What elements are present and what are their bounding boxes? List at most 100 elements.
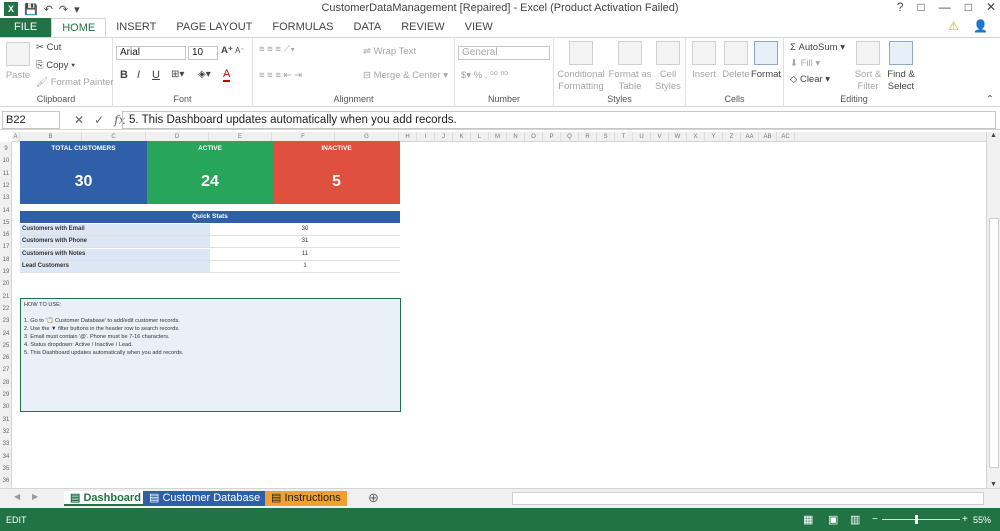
grow-font-button[interactable]: A⁺ bbox=[221, 45, 233, 56]
column-header[interactable]: U bbox=[633, 132, 651, 142]
number-format-icons[interactable]: $▾ % , ⁰⁰ ⁰⁰ bbox=[461, 70, 508, 81]
row-header[interactable]: 16 bbox=[0, 232, 12, 238]
fill-color-icon[interactable]: ◈▾ bbox=[198, 69, 211, 80]
prev-sheet-icon[interactable]: ◀ bbox=[14, 492, 20, 501]
new-sheet-icon[interactable]: ⊕ bbox=[368, 490, 379, 506]
align-top-icon[interactable]: ≡ ≡ ≡ ⟋▾ bbox=[259, 44, 295, 55]
merge-center-button[interactable]: ⊟ Merge & Center ▾ bbox=[363, 70, 448, 81]
how-to-use-box[interactable]: HOW TO USE: 1. Go to '📋 Customer Databas… bbox=[20, 298, 401, 412]
row-header[interactable]: 23 bbox=[0, 318, 12, 324]
table-row[interactable]: Customers with Notes 11 bbox=[20, 249, 400, 261]
cell-styles-button[interactable]: Cell Styles bbox=[652, 41, 684, 93]
column-header[interactable]: S bbox=[597, 132, 615, 142]
row-header[interactable]: 17 bbox=[0, 244, 12, 250]
minimize-button[interactable]: — bbox=[939, 0, 951, 14]
column-header[interactable]: N bbox=[507, 132, 525, 142]
column-header[interactable]: Y bbox=[705, 132, 723, 142]
normal-view-icon[interactable]: ▦ bbox=[803, 513, 813, 526]
scroll-down-icon[interactable]: ▼ bbox=[990, 481, 997, 488]
formula-input[interactable]: 5. This Dashboard updates automatically … bbox=[122, 110, 996, 129]
borders-icon[interactable]: ⊞▾ bbox=[171, 69, 184, 80]
page-break-view-icon[interactable]: ▥ bbox=[850, 513, 860, 526]
scroll-thumb[interactable] bbox=[989, 218, 999, 468]
row-header[interactable]: 26 bbox=[0, 355, 12, 361]
row-header[interactable]: 27 bbox=[0, 367, 12, 373]
paste-button[interactable]: Paste bbox=[4, 42, 32, 82]
column-header[interactable]: I bbox=[417, 132, 435, 142]
row-header[interactable]: 19 bbox=[0, 269, 12, 275]
row-header[interactable]: 13 bbox=[0, 195, 12, 201]
row-header[interactable]: 9 bbox=[0, 146, 12, 152]
font-color-icon[interactable]: A bbox=[223, 68, 231, 82]
row-header[interactable]: 25 bbox=[0, 343, 12, 349]
zoom-in-icon[interactable]: + bbox=[962, 514, 968, 525]
column-header[interactable]: K bbox=[453, 132, 471, 142]
column-header[interactable]: AC bbox=[777, 132, 795, 142]
font-name-box[interactable]: Arial bbox=[116, 46, 186, 60]
shrink-font-button[interactable]: A⁻ bbox=[235, 46, 245, 55]
account-icon[interactable]: 👤 bbox=[973, 19, 988, 33]
maximize-button[interactable]: □ bbox=[965, 0, 972, 14]
fill-button[interactable]: ⬇ Fill ▾ bbox=[790, 58, 820, 69]
row-header[interactable]: 29 bbox=[0, 392, 12, 398]
tab-home[interactable]: HOME bbox=[51, 18, 107, 37]
tab-review[interactable]: REVIEW bbox=[391, 18, 454, 37]
zoom-slider-thumb[interactable] bbox=[915, 515, 918, 524]
worksheet-grid[interactable]: A B C D E F G H I J K L M N O P Q R S T U V W X Y Z AA AB AC 9 10 11 12… bbox=[0, 132, 986, 488]
underline-button[interactable]: U bbox=[152, 69, 160, 81]
help-button[interactable]: ? bbox=[897, 0, 904, 14]
column-header[interactable]: A bbox=[12, 132, 20, 142]
row-header[interactable]: 14 bbox=[0, 208, 12, 214]
column-header[interactable]: H bbox=[399, 132, 417, 142]
align-left-icon[interactable]: ≡ ≡ ≡ ⇤ ⇥ bbox=[259, 70, 302, 81]
column-header[interactable]: T bbox=[615, 132, 633, 142]
row-header[interactable]: 35 bbox=[0, 466, 12, 472]
copy-button[interactable]: ⎘ Copy ▾ bbox=[36, 60, 75, 71]
row-header[interactable]: 10 bbox=[0, 158, 12, 164]
format-cells-button[interactable]: Format bbox=[750, 41, 782, 81]
warning-icon[interactable]: ⚠ bbox=[948, 19, 959, 33]
italic-button[interactable]: I bbox=[137, 69, 140, 81]
column-header[interactable]: M bbox=[489, 132, 507, 142]
close-button[interactable]: ✕ bbox=[986, 0, 996, 14]
sheet-tab-dashboard[interactable]: ▤ Dashboard bbox=[64, 491, 147, 506]
column-header[interactable]: Q bbox=[561, 132, 579, 142]
clear-button[interactable]: ◇ Clear ▾ bbox=[790, 74, 830, 85]
row-header[interactable]: 32 bbox=[0, 429, 12, 435]
format-painter-button[interactable]: 🖌 Format Painter bbox=[36, 77, 114, 88]
next-sheet-icon[interactable]: ▶ bbox=[32, 492, 38, 501]
tab-formulas[interactable]: FORMULAS bbox=[262, 18, 343, 37]
format-as-table-button[interactable]: Format as Table bbox=[608, 41, 652, 93]
vertical-scrollbar[interactable]: ▲ ▼ bbox=[986, 132, 1000, 488]
row-header[interactable]: 12 bbox=[0, 183, 12, 189]
tab-data[interactable]: DATA bbox=[344, 18, 392, 37]
page-layout-view-icon[interactable]: ▣ bbox=[828, 513, 838, 526]
row-header[interactable]: 18 bbox=[0, 257, 12, 263]
sort-filter-button[interactable]: Sort & Filter bbox=[852, 41, 884, 93]
row-header[interactable]: 20 bbox=[0, 281, 12, 287]
table-row[interactable]: Customers with Phone 31 bbox=[20, 236, 400, 248]
row-header[interactable]: 30 bbox=[0, 404, 12, 410]
horizontal-scrollbar[interactable] bbox=[512, 492, 984, 505]
column-header[interactable]: X bbox=[687, 132, 705, 142]
zoom-level[interactable]: 55% bbox=[973, 515, 991, 525]
ribbon-display-button[interactable]: □ bbox=[917, 0, 924, 14]
row-header[interactable]: 15 bbox=[0, 220, 12, 226]
zoom-out-icon[interactable]: − bbox=[872, 514, 878, 525]
row-header[interactable]: 21 bbox=[0, 294, 12, 300]
column-header[interactable]: Z bbox=[723, 132, 741, 142]
row-header[interactable]: 33 bbox=[0, 441, 12, 447]
column-header[interactable]: P bbox=[543, 132, 561, 142]
bold-button[interactable]: B bbox=[120, 69, 128, 81]
tab-view[interactable]: VIEW bbox=[455, 18, 503, 37]
row-header[interactable]: 28 bbox=[0, 380, 12, 386]
column-header[interactable]: AA bbox=[741, 132, 759, 142]
conditional-formatting-button[interactable]: Conditional Formatting bbox=[556, 41, 606, 93]
column-header[interactable]: W bbox=[669, 132, 687, 142]
column-header[interactable]: AB bbox=[759, 132, 777, 142]
number-format-box[interactable]: General bbox=[458, 46, 550, 60]
column-header[interactable]: R bbox=[579, 132, 597, 142]
enter-icon[interactable]: ✓ bbox=[94, 113, 104, 127]
cancel-icon[interactable]: ✕ bbox=[74, 113, 84, 127]
tab-file[interactable]: FILE bbox=[0, 18, 52, 37]
